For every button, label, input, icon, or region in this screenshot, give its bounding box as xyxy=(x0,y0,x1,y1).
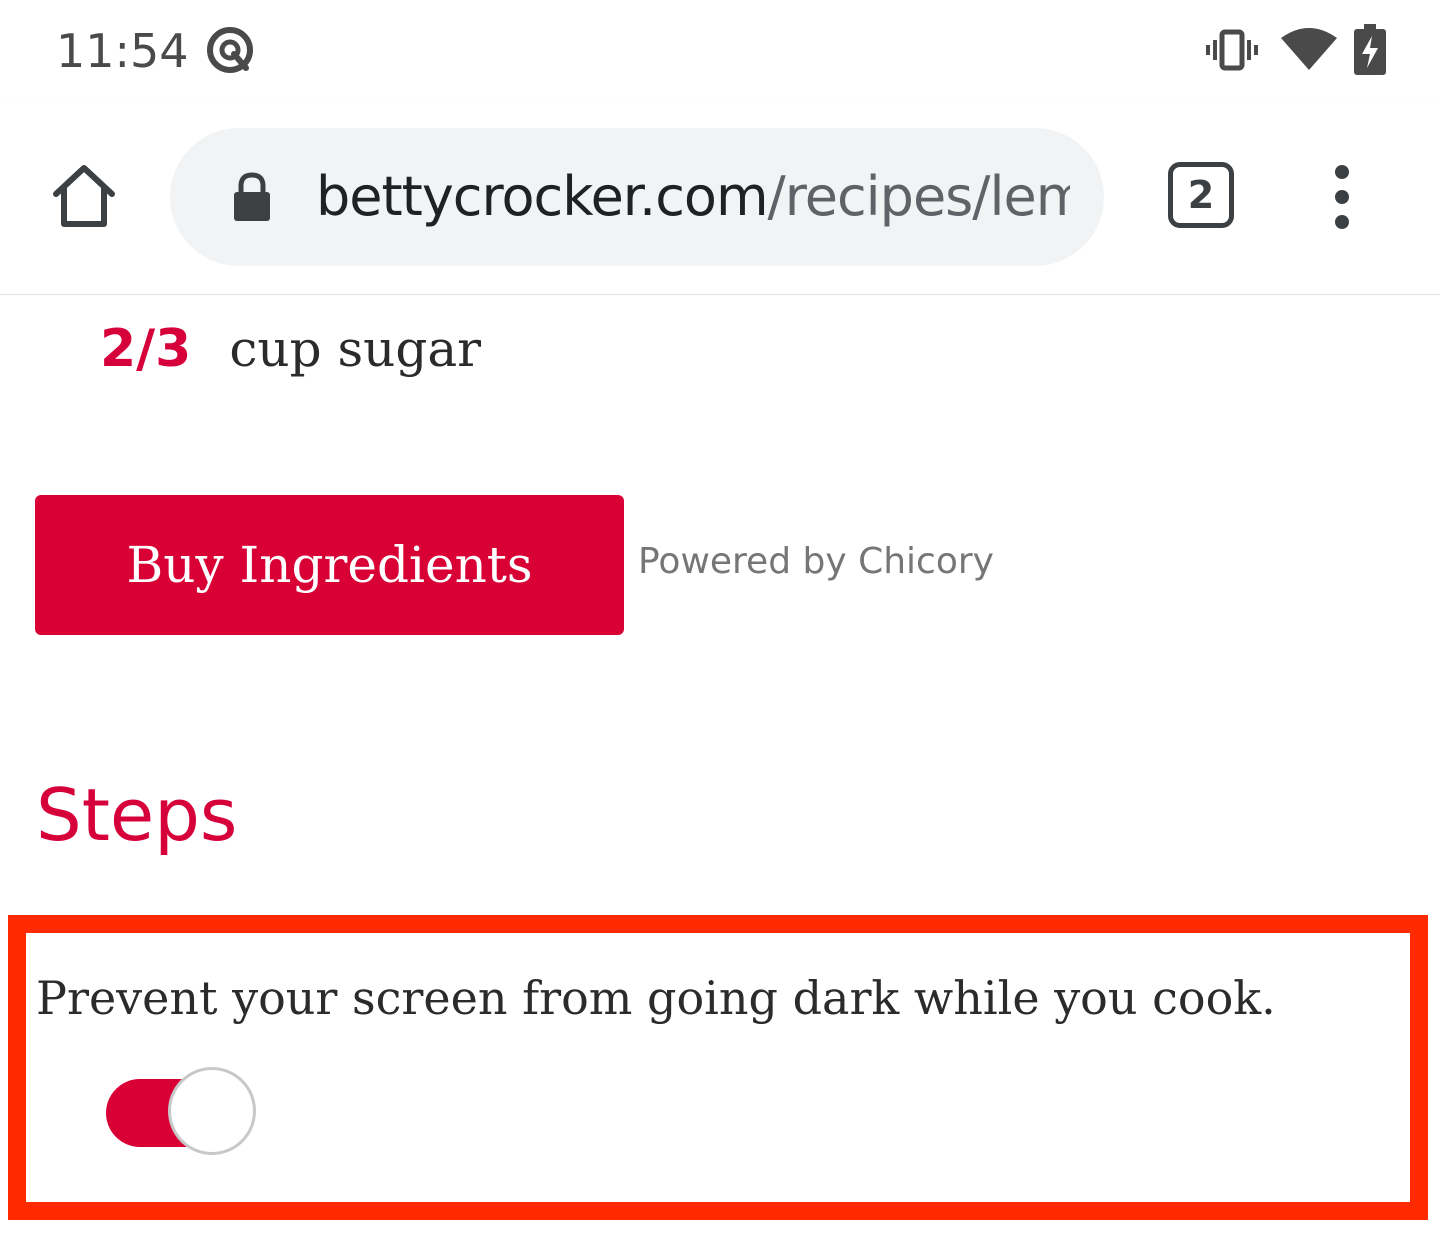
toggle-knob[interactable] xyxy=(168,1067,256,1155)
ingredient-quantity: 2/3 xyxy=(100,319,192,379)
wifi-icon xyxy=(1281,28,1337,70)
battery-charging-icon xyxy=(1354,24,1386,75)
more-vert-icon[interactable] xyxy=(1320,162,1364,232)
ingredient-name: cup sugar xyxy=(229,320,482,378)
keep-awake-label: Prevent your screen from going dark whil… xyxy=(36,971,1276,1025)
url-text[interactable]: bettycrocker.com/recipes/lem xyxy=(316,164,1070,230)
vibrate-icon xyxy=(1206,29,1258,71)
keep-awake-panel: Prevent your screen from going dark whil… xyxy=(8,915,1428,1220)
tab-switcher-button[interactable]: 2 xyxy=(1168,162,1234,228)
status-bar: 11:54 xyxy=(0,0,1440,100)
url-bar[interactable]: bettycrocker.com/recipes/lem xyxy=(170,128,1104,266)
url-domain: bettycrocker.com xyxy=(316,165,769,228)
ingredient-item: 2/3 cup sugar xyxy=(100,319,481,389)
steps-heading: Steps xyxy=(36,773,238,857)
browser-toolbar: bettycrocker.com/recipes/lem 2 xyxy=(0,100,1440,295)
powered-by-text: Powered by Chicory xyxy=(638,541,994,582)
keep-awake-toggle[interactable] xyxy=(88,1067,256,1159)
assistant-circle-icon xyxy=(207,27,253,73)
home-icon[interactable] xyxy=(50,162,118,230)
url-path: /recipes/lem xyxy=(767,165,1070,228)
lock-icon xyxy=(234,172,270,221)
status-time: 11:54 xyxy=(56,24,189,78)
recipe-page: 2/3 cup sugar Buy Ingredients Powered by … xyxy=(0,295,1440,1247)
buy-ingredients-button[interactable]: Buy Ingredients xyxy=(35,495,624,635)
